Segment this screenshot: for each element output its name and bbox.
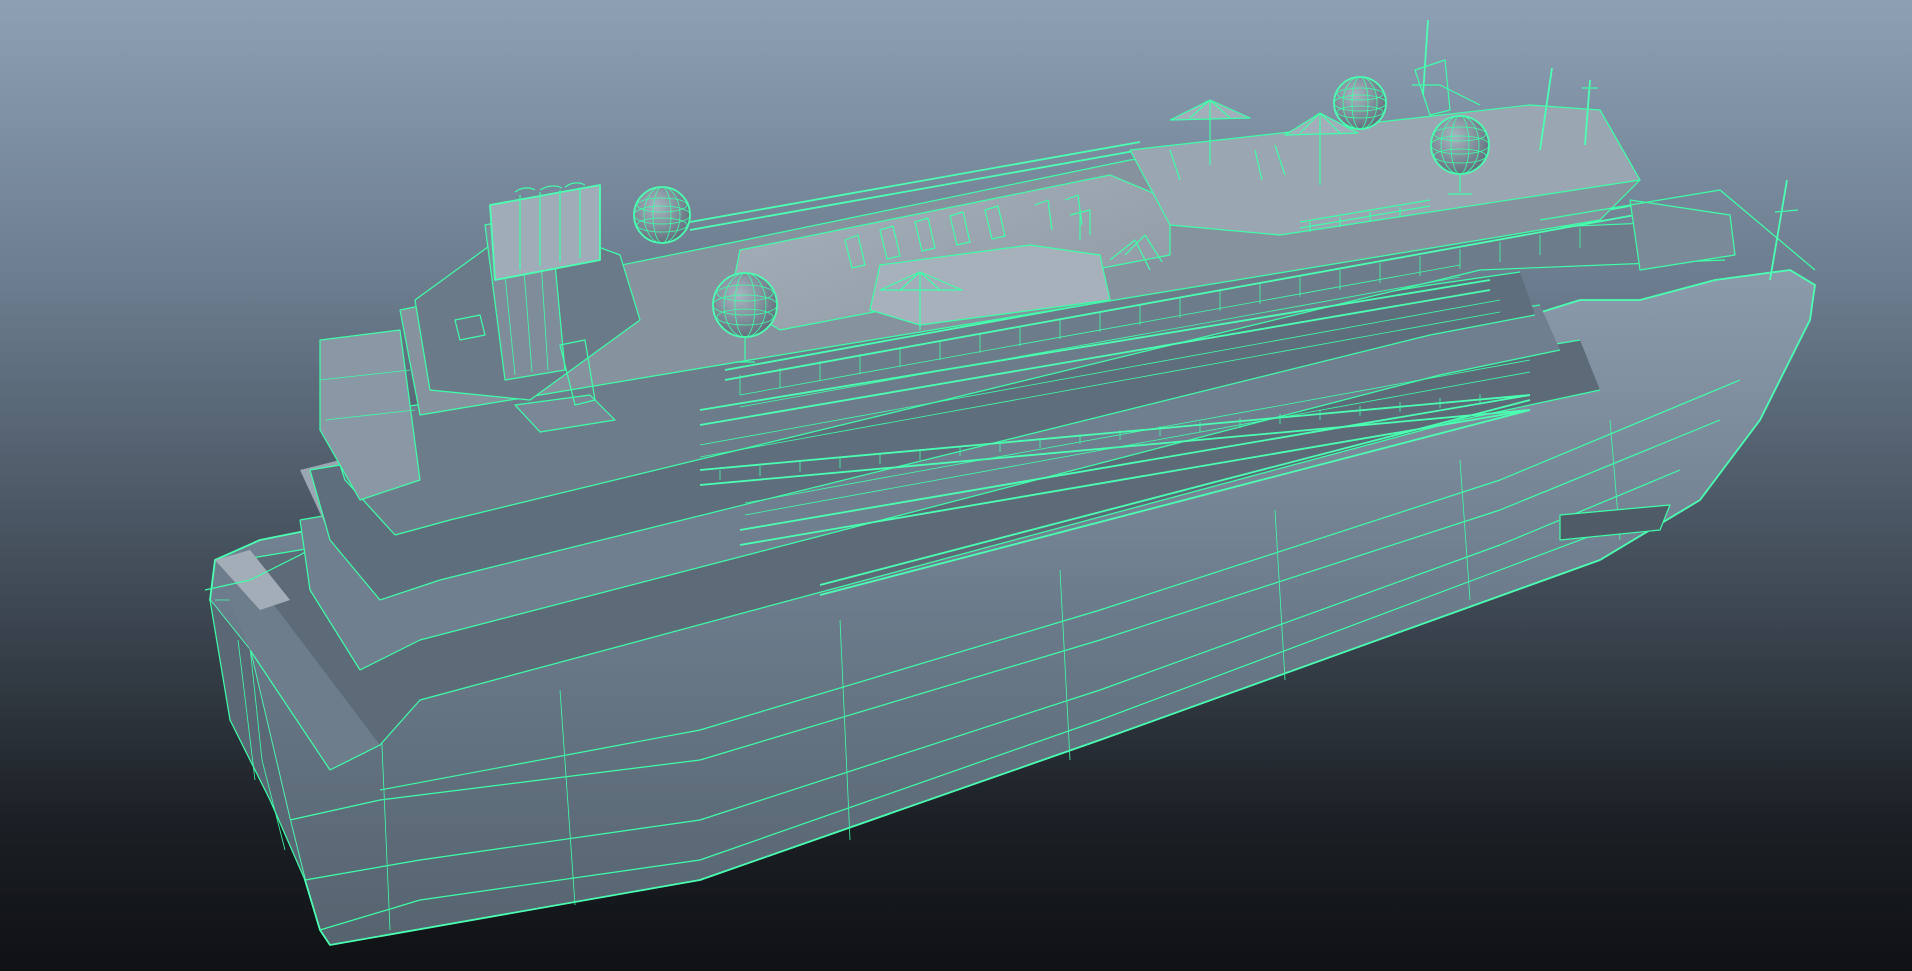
3d-viewport[interactable] [0,0,1912,971]
dome-icon [1333,76,1387,130]
ship-model[interactable] [0,0,1912,971]
dome-icon [633,186,691,244]
